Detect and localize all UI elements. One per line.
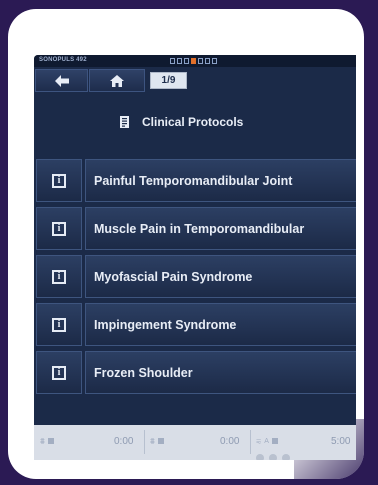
info-icon: i bbox=[52, 173, 66, 188]
page-header: Clinical Protocols bbox=[34, 109, 356, 135]
channel-state-icon bbox=[47, 438, 54, 444]
channel-3-time-wrap: 5:00 bbox=[331, 430, 350, 452]
device-screen: SONOPULS 492 1/9 Clinical Protocols i Pa… bbox=[34, 55, 356, 460]
protocol-list: i Painful Temporomandibular Joint i Musc… bbox=[36, 159, 356, 399]
navigation-bar: 1/9 bbox=[34, 69, 356, 95]
protocol-button[interactable]: Myofascial Pain Syndrome bbox=[85, 255, 356, 298]
info-icon: i bbox=[52, 221, 66, 236]
home-button[interactable] bbox=[89, 69, 145, 92]
channel-3-time: 5:00 bbox=[331, 435, 351, 447]
info-icon: i bbox=[52, 317, 66, 332]
channel-2-time-wrap: 0:00 bbox=[220, 430, 239, 452]
channel-indicator bbox=[205, 58, 210, 64]
channel-indicator bbox=[212, 58, 217, 64]
protocol-button[interactable]: Impingement Syndrome bbox=[85, 303, 356, 346]
list-item: i Muscle Pain in Temporomandibular bbox=[36, 207, 356, 250]
divider bbox=[144, 430, 145, 454]
back-button[interactable] bbox=[35, 69, 88, 92]
channel-status-indicator bbox=[170, 58, 217, 64]
info-icon: i bbox=[52, 269, 66, 284]
info-button[interactable]: i bbox=[36, 207, 82, 250]
list-item: i Frozen Shoulder bbox=[36, 351, 356, 394]
dot bbox=[256, 454, 264, 460]
channel-bar: ⩩ 0:00 ⩩ 0:00 ⩳ A 5:00 bbox=[34, 425, 356, 460]
channel-indicator bbox=[184, 58, 189, 64]
info-icon: i bbox=[52, 365, 66, 380]
info-button[interactable]: i bbox=[36, 351, 82, 394]
status-bar: SONOPULS 492 bbox=[34, 55, 356, 67]
channel-3[interactable]: ⩳ A bbox=[256, 430, 284, 452]
list-item: i Impingement Syndrome bbox=[36, 303, 356, 346]
page-indicator: 1/9 bbox=[150, 72, 187, 89]
list-item: i Myofascial Pain Syndrome bbox=[36, 255, 356, 298]
list-item: i Painful Temporomandibular Joint bbox=[36, 159, 356, 202]
home-icon bbox=[110, 74, 124, 87]
channel-indicator bbox=[170, 58, 175, 64]
page-title: Clinical Protocols bbox=[142, 115, 244, 129]
channel-2-time: 0:00 bbox=[220, 435, 240, 447]
channel-3-label: A bbox=[264, 437, 269, 445]
protocol-button[interactable]: Muscle Pain in Temporomandibular bbox=[85, 207, 356, 250]
protocol-button[interactable]: Frozen Shoulder bbox=[85, 351, 356, 394]
divider bbox=[250, 430, 251, 454]
electrode-icon: ⩩ bbox=[150, 435, 155, 446]
info-button[interactable]: i bbox=[36, 159, 82, 202]
electrode-icon: ⩩ bbox=[40, 435, 45, 446]
channel-state-icon bbox=[271, 438, 278, 444]
dot bbox=[282, 454, 290, 460]
arrow-left-icon bbox=[54, 74, 69, 87]
channel-2[interactable]: ⩩ bbox=[150, 430, 170, 452]
dot bbox=[269, 454, 277, 460]
channel-1-time: 0:00 bbox=[114, 435, 134, 447]
channel-indicator bbox=[198, 58, 203, 64]
info-button[interactable]: i bbox=[36, 255, 82, 298]
device-model-label: SONOPULS 492 bbox=[39, 57, 87, 63]
channel-1[interactable]: ⩩ bbox=[40, 430, 60, 452]
channel-indicator bbox=[177, 58, 182, 64]
info-button[interactable]: i bbox=[36, 303, 82, 346]
channel-indicator-active bbox=[191, 58, 196, 64]
channel-1-time-wrap: 0:00 bbox=[114, 430, 133, 452]
document-icon bbox=[120, 116, 129, 128]
protocol-button[interactable]: Painful Temporomandibular Joint bbox=[85, 159, 356, 202]
page-dots bbox=[256, 454, 290, 460]
ultrasound-head-icon: ⩳ bbox=[256, 435, 262, 446]
channel-state-icon bbox=[157, 438, 164, 444]
